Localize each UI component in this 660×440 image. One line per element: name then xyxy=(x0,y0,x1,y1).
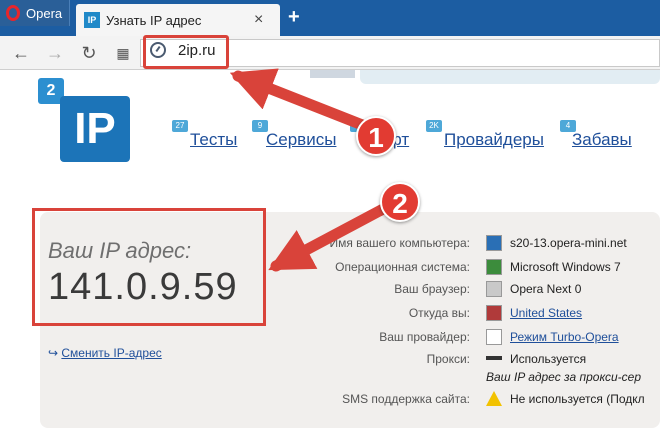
browser-window: Opera IP Узнать IP адрес × + ← → ↻ ▦ 2ip… xyxy=(0,0,660,440)
arrow-1 xyxy=(229,68,376,134)
annotation-arrows xyxy=(229,68,406,272)
step-badge-2: 2 xyxy=(380,182,420,222)
step-badge-1: 1 xyxy=(356,116,396,156)
